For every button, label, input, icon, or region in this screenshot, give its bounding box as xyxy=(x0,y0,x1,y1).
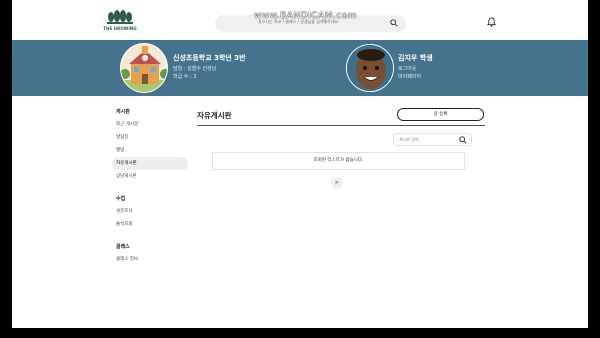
sidebar-item-attendance[interactable]: 출석조회 xyxy=(112,218,188,231)
class-banner: 신성초등학교 3학년 3반 담임 : 김철수 선생님 학급 수 : 3 김지우 … xyxy=(12,40,588,96)
page-title: 자유게시판 xyxy=(197,111,232,120)
sidebar-section-class-work: 수업 xyxy=(116,196,126,202)
student-face-icon xyxy=(347,45,393,91)
sidebar-item-album[interactable]: 앨범 xyxy=(112,144,188,157)
school-building-icon xyxy=(121,46,167,92)
recording-watermark: www.BANDICAM.com xyxy=(254,11,358,21)
logout-link[interactable]: 로그아웃 xyxy=(398,65,416,72)
trees-logo-icon xyxy=(107,10,133,24)
bell-icon[interactable] xyxy=(487,17,496,27)
sidebar-item-free-board[interactable]: 자유게시판 xyxy=(112,157,188,170)
class-count: 학급 수 : 3 xyxy=(173,74,197,80)
sidebar-section-class: 클래스 xyxy=(116,244,130,250)
sidebar-item-recent-posts[interactable]: 최근 게시글 xyxy=(112,118,188,131)
school-name: 신성초등학교 3학년 3반 xyxy=(173,54,246,62)
write-post-button[interactable]: 글 등록 xyxy=(397,108,484,121)
title-divider xyxy=(197,125,485,126)
sidebar-item-class-info[interactable]: 클래스 정보 xyxy=(112,253,188,266)
sidebar-item-survey[interactable]: 설문조사 xyxy=(112,205,188,218)
brand-name: THE GROWING xyxy=(103,26,137,31)
search-icon[interactable] xyxy=(390,19,398,27)
search-icon[interactable] xyxy=(459,136,467,144)
student-name: 김지우 학생 xyxy=(398,54,433,62)
school-building-image xyxy=(120,43,168,93)
sidebar-section-board: 게시판 xyxy=(116,109,130,115)
empty-list-message: 조회된 리스트가 없습니다. xyxy=(212,152,465,170)
mypage-link[interactable]: 마이페이지 xyxy=(398,73,421,80)
board-search-placeholder: 게시판 검색 xyxy=(399,137,419,142)
homeroom-teacher: 담임 : 김철수 선생님 xyxy=(173,66,217,72)
brand-logo[interactable]: THE GROWING xyxy=(103,10,137,34)
sidebar: 게시판 최근 게시글 알림장 앨범 자유게시판 상담게시판 수업 설문조사 출석… xyxy=(112,106,188,266)
student-avatar xyxy=(346,44,394,92)
app-frame: THE GROWING 찾으시는 학교 / 클래스 / 선생님을 검색해주세요 … xyxy=(12,0,588,328)
top-header: THE GROWING 찾으시는 학교 / 클래스 / 선생님을 검색해주세요 … xyxy=(12,0,588,40)
next-page-button[interactable]: > xyxy=(331,177,343,189)
sidebar-item-counsel-board[interactable]: 상담게시판 xyxy=(112,170,188,183)
sidebar-item-notice[interactable]: 알림장 xyxy=(112,131,188,144)
board-search-input[interactable]: 게시판 검색 xyxy=(393,133,472,146)
